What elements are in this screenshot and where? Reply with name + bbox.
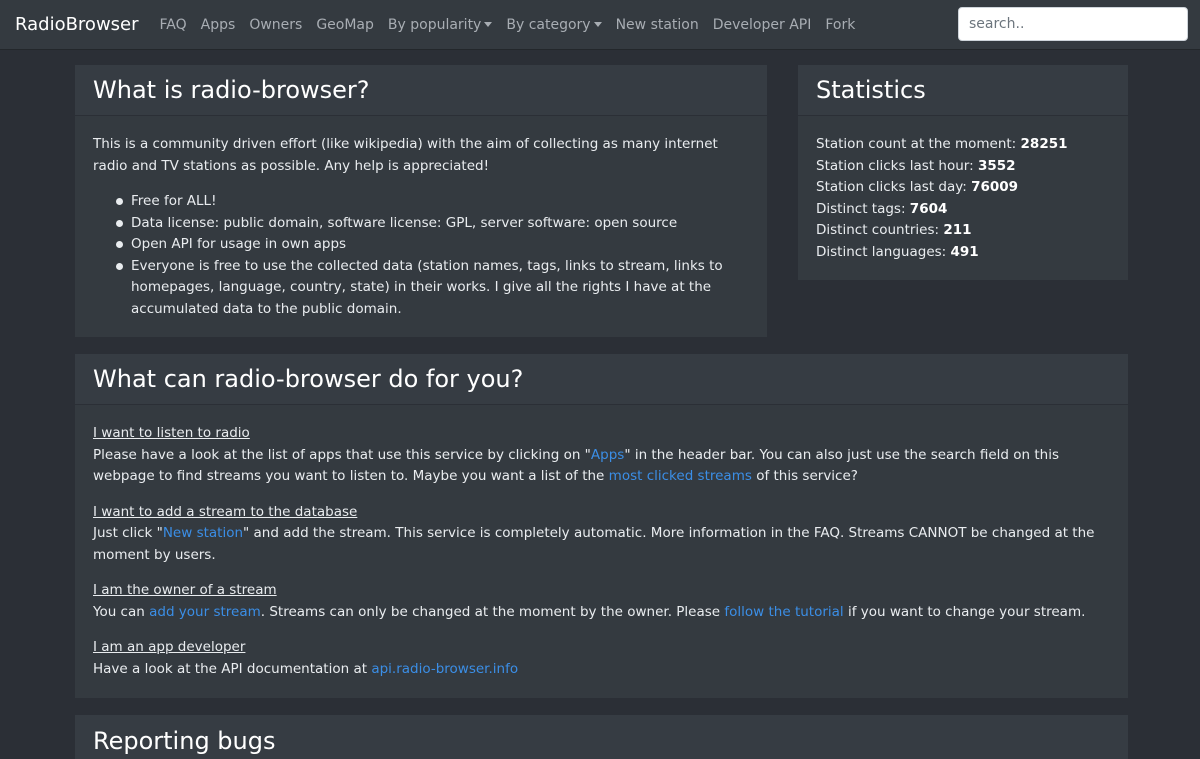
stat-clicks-hour: Station clicks last hour: 3552: [816, 156, 1110, 178]
stat-label: Station clicks last day:: [816, 179, 972, 195]
owner-section: I am the owner of a stream You can add y…: [93, 580, 1110, 623]
caret-down-icon: [484, 22, 493, 27]
dev-text: Have a look at the API documentation at …: [93, 659, 1110, 681]
stat-distinct-countries: Distinct countries: 211: [816, 220, 1110, 242]
nav-fork[interactable]: Fork: [825, 17, 855, 33]
nav-owners[interactable]: Owners: [249, 17, 302, 33]
stat-label: Distinct tags:: [816, 200, 910, 217]
nav-by-category-label: By category: [506, 16, 591, 33]
text-span: Please have a look at the list of apps t…: [93, 446, 591, 463]
text-span: Have a look at the API documentation at: [93, 660, 372, 677]
stat-label: Station clicks last hour:: [816, 157, 978, 174]
nav-geomap[interactable]: GeoMap: [316, 17, 374, 33]
stat-distinct-languages: Distinct languages: 491: [816, 242, 1110, 264]
list-item: Data license: public domain, software li…: [116, 213, 749, 235]
stat-value: 7604: [909, 200, 948, 217]
statistics-card-body: Station count at the moment: 28251 Stati…: [798, 116, 1128, 279]
about-intro: This is a community driven effort (like …: [93, 136, 718, 174]
statistics-card-title: Statistics: [798, 65, 1128, 116]
help-card-body: I want to listen to radio Please have a …: [75, 405, 1128, 696]
stat-distinct-tags: Distinct tags: 7604: [816, 199, 1110, 221]
help-card: What can radio-browser do for you? I wan…: [75, 354, 1128, 698]
stat-label: Station count at the moment:: [816, 136, 1021, 152]
follow-tutorial-link[interactable]: follow the tutorial: [724, 604, 843, 620]
nav-by-category-dropdown[interactable]: By category: [506, 16, 602, 33]
search-input[interactable]: [958, 7, 1188, 41]
feature-list: Free for ALL! Data license: public domai…: [93, 191, 749, 320]
text-span: . Streams can only be changed at the mom…: [260, 603, 725, 620]
stat-value: 3552: [977, 157, 1016, 174]
list-item: Free for ALL!: [116, 191, 749, 213]
about-card-body: This is a community driven effort (like …: [75, 116, 767, 336]
dev-heading[interactable]: I am an app developer: [93, 637, 245, 659]
help-card-title: What can radio-browser do for you?: [75, 354, 1128, 405]
nav-by-popularity-label: By popularity: [387, 16, 482, 33]
apps-link[interactable]: Apps: [591, 447, 624, 463]
nav-faq[interactable]: FAQ: [160, 17, 187, 33]
text-span: if you want to change your stream.: [843, 603, 1086, 620]
about-card: What is radio-browser? This is a communi…: [75, 65, 767, 337]
add-your-stream-link[interactable]: add your stream: [149, 604, 261, 620]
stat-label: Distinct languages:: [816, 243, 951, 260]
statistics-card: Statistics Station count at the moment: …: [798, 65, 1128, 280]
stat-value: 28251: [1020, 136, 1068, 152]
stat-value: 211: [943, 222, 972, 238]
owner-text: You can add your stream. Streams can onl…: [93, 602, 1110, 624]
nav-developer-api[interactable]: Developer API: [713, 17, 812, 33]
text-span: of this service?: [751, 468, 858, 484]
stat-clicks-day: Station clicks last day: 76009: [816, 177, 1110, 199]
stat-label: Distinct countries:: [816, 222, 944, 238]
list-item: Everyone is free to use the collected da…: [116, 256, 749, 321]
stat-station-count: Station count at the moment: 28251: [816, 134, 1110, 156]
dev-section: I am an app developer Have a look at the…: [93, 637, 1110, 680]
listen-text: Please have a look at the list of apps t…: [93, 445, 1110, 488]
nav-by-popularity-dropdown[interactable]: By popularity: [387, 16, 493, 33]
text-span: You can: [93, 603, 150, 620]
stat-value: 76009: [971, 179, 1019, 195]
listen-heading[interactable]: I want to listen to radio: [93, 423, 250, 445]
list-item: Open API for usage in own apps: [116, 234, 749, 256]
brand-logo[interactable]: RadioBrowser: [15, 14, 139, 35]
nav-apps[interactable]: Apps: [201, 17, 236, 33]
bugs-card-title: Reporting bugs: [75, 715, 1128, 759]
bugs-card: Reporting bugs: [75, 715, 1128, 759]
listen-section: I want to listen to radio Please have a …: [93, 423, 1110, 488]
about-card-title: What is radio-browser?: [75, 65, 767, 116]
new-station-link[interactable]: New station: [163, 525, 243, 541]
text-span: " and add the stream. This service is co…: [93, 525, 1095, 563]
text-span: Just click ": [93, 525, 163, 541]
caret-down-icon: [593, 22, 602, 27]
api-docs-link[interactable]: api.radio-browser.info: [371, 661, 518, 677]
stat-value: 491: [950, 243, 979, 260]
nav-new-station[interactable]: New station: [616, 17, 699, 33]
add-text: Just click "New station" and add the str…: [93, 523, 1110, 566]
add-heading[interactable]: I want to add a stream to the database: [93, 502, 357, 524]
owner-heading[interactable]: I am the owner of a stream: [93, 580, 277, 602]
add-section: I want to add a stream to the database J…: [93, 502, 1110, 567]
most-clicked-streams-link[interactable]: most clicked streams: [609, 468, 752, 484]
